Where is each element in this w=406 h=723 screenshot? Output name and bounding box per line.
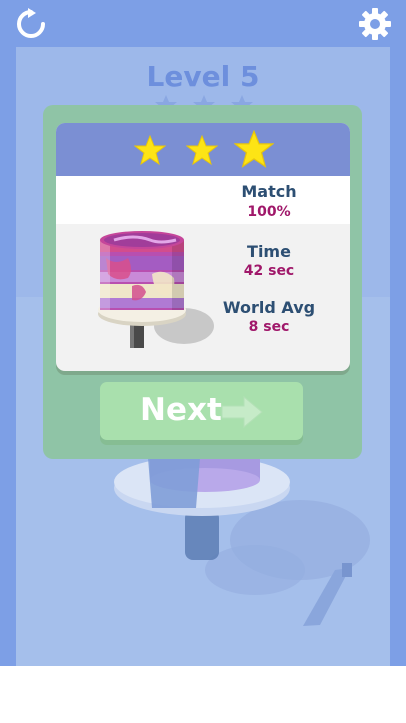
match-value: 100% [247, 204, 291, 220]
result-panel: Match 100% Time 42 sec World Avg 8 sec N… [43, 105, 362, 459]
gear-icon[interactable] [358, 7, 392, 41]
background-turntable [114, 450, 370, 626]
restart-icon[interactable] [14, 7, 48, 41]
arrow-right-icon [221, 395, 263, 429]
next-button-label: Next [140, 392, 222, 428]
star-icon [234, 130, 274, 168]
result-card: Match 100% Time 42 sec World Avg 8 sec [56, 123, 350, 371]
cake-image [98, 231, 214, 348]
star-icon [186, 135, 218, 166]
next-button[interactable]: Next [100, 382, 303, 440]
star-icon [134, 135, 166, 166]
match-label: Match [241, 182, 297, 201]
level-title: Level 5 [146, 60, 260, 93]
result-card-header [56, 123, 350, 176]
